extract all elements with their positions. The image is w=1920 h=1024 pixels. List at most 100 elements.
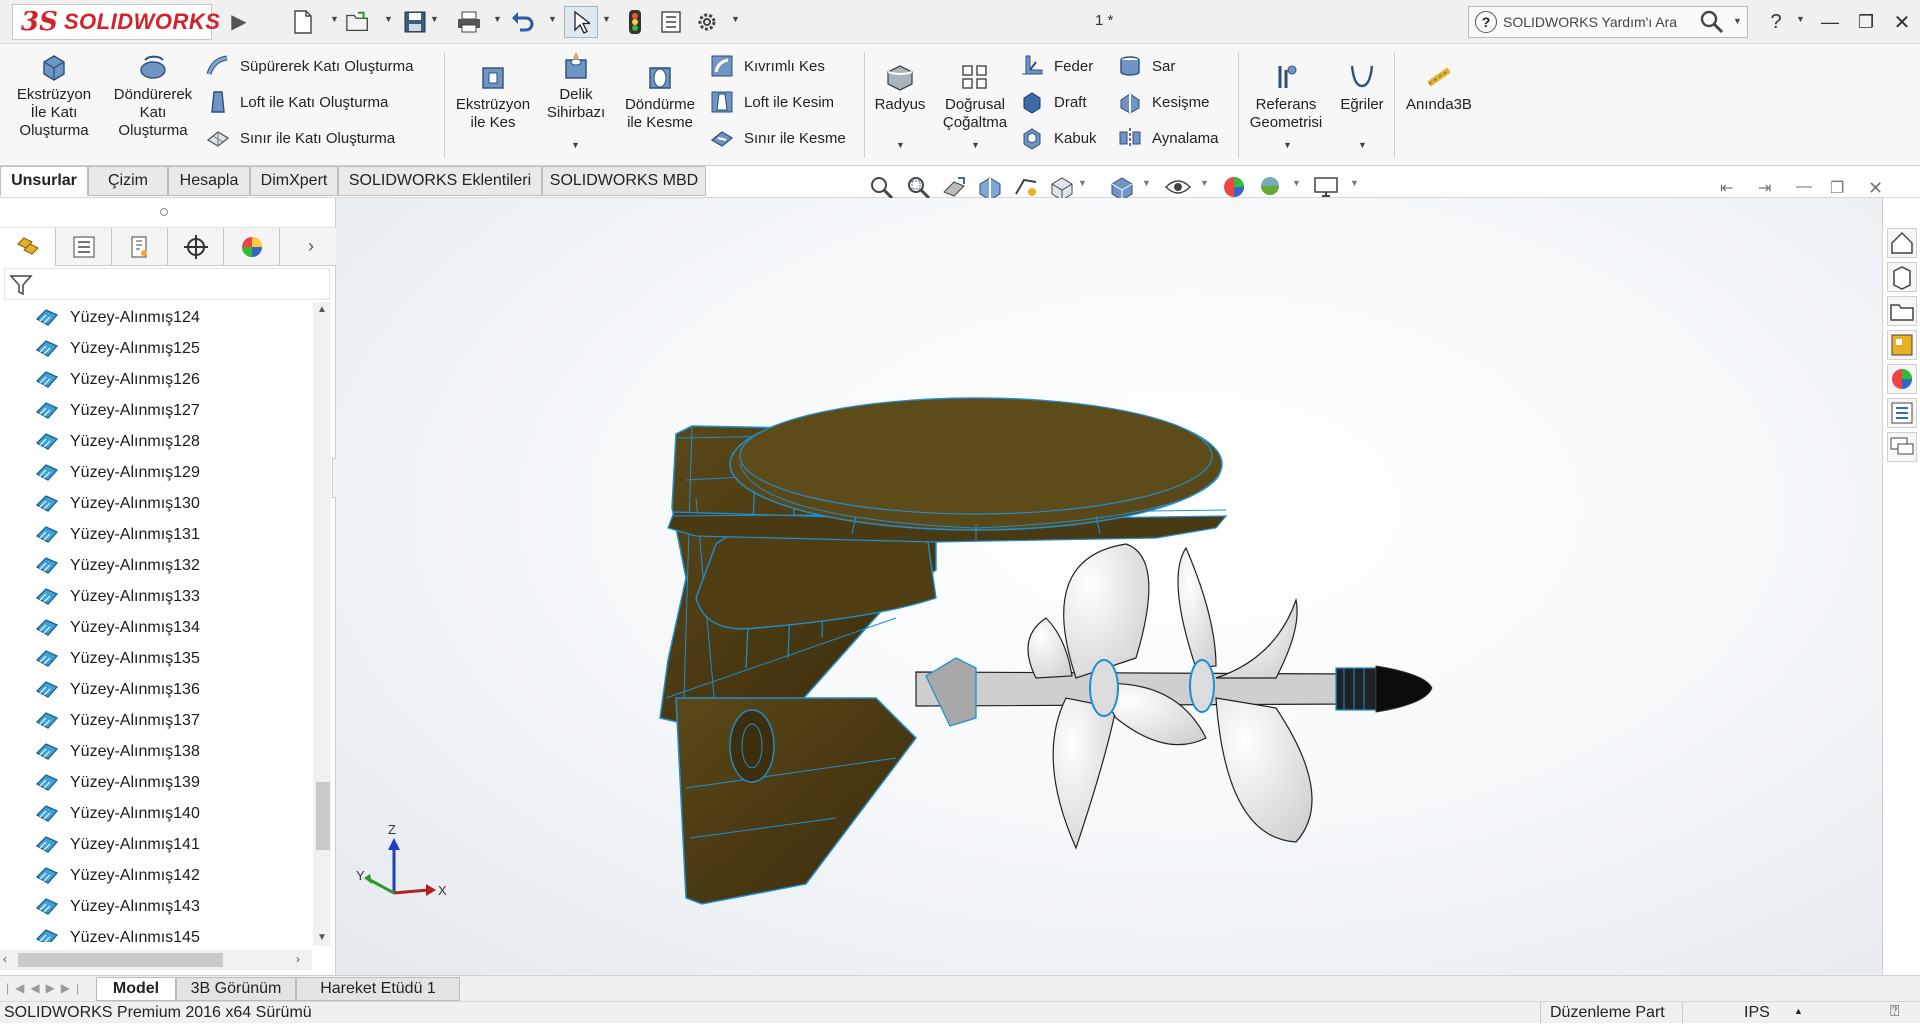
help-dropdown-icon[interactable]: ▼: [1796, 14, 1806, 28]
search-dropdown-icon[interactable]: ▼: [1733, 16, 1742, 26]
draft-button[interactable]: Draft: [1020, 88, 1087, 116]
help-search-box[interactable]: ? SOLIDWORKS Yardım'ı Ara ▼: [1468, 6, 1748, 38]
tree-item[interactable]: Yüzey-Alınmış127: [0, 395, 312, 426]
dynamic-annotation-icon[interactable]: [1012, 174, 1040, 200]
swept-boss-button[interactable]: Süpürerek Katı Oluşturma: [206, 52, 413, 80]
hide-show-dropdown-icon[interactable]: ▼: [1200, 178, 1209, 188]
revolve-cut-button[interactable]: Döndürme ile Kesme: [618, 62, 702, 132]
section-view-icon[interactable]: [976, 174, 1004, 201]
new-dropdown-icon[interactable]: ▼: [330, 14, 340, 28]
tab-3d-views[interactable]: 3B Görünüm: [176, 977, 296, 1001]
tree-item[interactable]: Yüzey-Alınmış130: [0, 488, 312, 519]
scroll-up-icon[interactable]: ▲: [317, 304, 327, 315]
wrap-button[interactable]: Sar: [1118, 52, 1175, 80]
save-dropdown-icon[interactable]: ▼: [430, 14, 440, 28]
new-document-icon[interactable]: [290, 10, 316, 34]
zoom-to-area-icon[interactable]: [904, 174, 932, 200]
panel-drag-handle-icon[interactable]: [160, 208, 168, 216]
fillet-dropdown-icon[interactable]: ▼: [896, 140, 905, 150]
viewport-minimize-icon[interactable]: —: [1796, 178, 1812, 196]
expand-menu-icon[interactable]: ▶: [226, 9, 252, 33]
tree-vertical-scrollbar[interactable]: ▲ ▼: [313, 302, 331, 946]
rebuild-icon[interactable]: [622, 10, 648, 34]
boundary-cut-button[interactable]: Sınır ile Kesme: [710, 124, 846, 152]
tree-item[interactable]: Yüzey-Alınmış139: [0, 767, 312, 798]
curves-button[interactable]: Eğriler: [1334, 62, 1390, 114]
open-icon[interactable]: [345, 10, 371, 34]
linear-pattern-button[interactable]: Doğrusal Çoğaltma: [936, 62, 1014, 132]
edit-appearance-icon[interactable]: [1220, 174, 1248, 200]
previous-view-icon[interactable]: [940, 174, 968, 200]
view-palette-icon[interactable]: [1887, 330, 1917, 360]
graphics-area[interactable]: Z X Y: [336, 198, 1882, 975]
search-icon[interactable]: [1699, 9, 1725, 38]
view-settings-icon[interactable]: [1312, 174, 1340, 200]
tree-hscroll-thumb[interactable]: [18, 953, 223, 967]
dimxpert-manager-tab[interactable]: [168, 228, 224, 266]
tree-horizontal-scrollbar[interactable]: ‹ ›: [0, 950, 312, 970]
instant3d-button[interactable]: Anında3B: [1400, 62, 1478, 114]
anti-ventilation-plate[interactable]: [667, 397, 1228, 543]
scroll-right-icon[interactable]: ›: [296, 952, 300, 966]
tree-item[interactable]: Yüzey-Alınmış131: [0, 519, 312, 550]
view-orientation-icon[interactable]: [1048, 174, 1076, 201]
tab-solidworks-addins[interactable]: SOLIDWORKS Eklentileri: [338, 166, 542, 196]
property-manager-tab[interactable]: [56, 228, 112, 266]
viewport-close-icon[interactable]: ✕: [1868, 178, 1883, 199]
viewport-next-icon[interactable]: ⇥: [1758, 178, 1771, 198]
tab-scroll-arrows-icon[interactable]: |◀◀▶▶|: [6, 981, 85, 995]
panel-tabs-more-icon[interactable]: ›: [308, 236, 314, 257]
help-button[interactable]: ?: [1762, 8, 1790, 36]
tab-dimxpert[interactable]: DimXpert: [250, 166, 338, 196]
tree-item[interactable]: Yüzey-Alınmış125: [0, 333, 312, 364]
options-icon[interactable]: [694, 10, 720, 34]
linear-pattern-dropdown-icon[interactable]: ▼: [971, 140, 980, 150]
tree-item[interactable]: Yüzey-Alınmış137: [0, 705, 312, 736]
file-properties-icon[interactable]: [658, 10, 684, 34]
save-icon[interactable]: [402, 10, 428, 34]
tree-filter[interactable]: [4, 268, 330, 300]
view-settings-dropdown-icon[interactable]: ▼: [1350, 178, 1359, 188]
configuration-manager-tab[interactable]: [112, 228, 168, 266]
select-icon[interactable]: [564, 6, 598, 38]
scroll-down-icon[interactable]: ▼: [317, 932, 327, 943]
viewport-restore-icon[interactable]: ❐: [1830, 178, 1844, 198]
tab-model[interactable]: Model: [96, 977, 176, 1001]
undo-icon[interactable]: [510, 10, 536, 34]
close-icon[interactable]: ✕: [1888, 8, 1916, 36]
tree-item[interactable]: Yüzey-Alınmış142: [0, 860, 312, 891]
file-explorer-icon[interactable]: [1887, 296, 1917, 326]
extrude-cut-button[interactable]: Ekstrüzyon ile Kes: [452, 62, 534, 132]
reference-geometry-dropdown-icon[interactable]: ▼: [1283, 140, 1292, 150]
tree-scroll-thumb[interactable]: [316, 782, 330, 850]
open-dropdown-icon[interactable]: ▼: [384, 14, 394, 28]
revolve-boss-button[interactable]: Döndürerek Katı Oluşturma: [106, 52, 200, 140]
tree-item[interactable]: Yüzey-Alınmış141: [0, 829, 312, 860]
extrude-boss-button[interactable]: Ekstrüzyon İle Katı Oluşturma: [12, 52, 96, 140]
view-orientation-dropdown-icon[interactable]: ▼: [1078, 178, 1087, 188]
units-dropdown-icon[interactable]: ▲: [1794, 1006, 1803, 1016]
tab-features[interactable]: Unsurlar: [0, 166, 88, 196]
design-library-icon[interactable]: [1887, 262, 1917, 292]
tree-item[interactable]: Yüzey-Alınmış128: [0, 426, 312, 457]
tree-item[interactable]: Yüzey-Alınmış132: [0, 550, 312, 581]
display-style-icon[interactable]: [1108, 174, 1136, 201]
viewport-previous-icon[interactable]: ⇤: [1720, 178, 1733, 198]
custom-properties-icon[interactable]: [1887, 398, 1917, 428]
tree-item[interactable]: Yüzey-Alınmış138: [0, 736, 312, 767]
tree-item[interactable]: Yüzey-Alınmış133: [0, 581, 312, 612]
tree-item[interactable]: Yüzey-Alınmış145: [0, 922, 312, 942]
appearances-icon[interactable]: [1887, 364, 1917, 394]
minimize-icon[interactable]: —: [1816, 8, 1844, 36]
boundary-boss-button[interactable]: Sınır ile Katı Oluşturma: [206, 124, 395, 152]
model-render[interactable]: Z X Y: [336, 198, 1882, 975]
hole-wizard-dropdown-icon[interactable]: ▼: [571, 140, 580, 150]
tree-item[interactable]: Yüzey-Alınmış126: [0, 364, 312, 395]
solidworks-resources-icon[interactable]: [1887, 228, 1917, 258]
print-icon[interactable]: [456, 10, 482, 34]
apply-scene-dropdown-icon[interactable]: ▼: [1292, 178, 1301, 188]
tab-motion-study[interactable]: Hareket Etüdü 1: [296, 977, 460, 1001]
tree-item[interactable]: Yüzey-Alınmış134: [0, 612, 312, 643]
curves-dropdown-icon[interactable]: ▼: [1358, 140, 1367, 150]
rib-button[interactable]: Feder: [1020, 52, 1093, 80]
